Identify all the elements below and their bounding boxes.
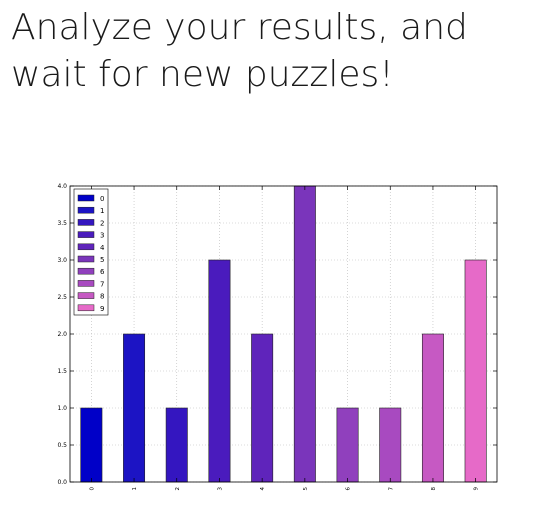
chart-container: 0.0 0.5 1.0 1.5 2.0 2.5 3.0 3.5 4.0 0 1 2 3 4 5 6 7 8 9 0 1 2… [0,0,537,507]
legend-label-5: 5 [100,256,104,264]
bar-9 [464,259,487,483]
legend-label-2: 2 [100,219,104,227]
bar-5 [293,185,316,483]
y-tick-label: 0.5 [57,442,67,449]
y-tick-label: 1.0 [57,405,67,412]
x-tick-label: 2 [175,487,181,491]
bar-chart: 0.0 0.5 1.0 1.5 2.0 2.5 3.0 3.5 4.0 0 1 2 3 4 5 6 7 8 9 0 1 2… [57,183,498,491]
y-tick-label: 1.5 [57,368,67,375]
legend-swatch-1 [77,206,95,214]
bar-2 [165,407,188,483]
x-tick-label: 8 [431,487,437,491]
y-tick-label: 2.5 [57,294,67,301]
legend-label-3: 3 [100,232,104,240]
bar-7 [379,407,402,483]
x-tick-label: 3 [217,487,223,491]
x-tick-label: 6 [346,487,352,491]
legend-label-1: 1 [100,207,104,215]
legend-label-6: 6 [100,268,105,276]
x-tick-label: 5 [303,487,309,491]
y-tick-label: 3.5 [57,220,67,227]
legend-swatch-5 [77,255,95,263]
bar-3 [208,259,231,483]
bar-4 [251,333,274,483]
x-tick-label: 0 [89,487,95,491]
legend-swatch-7 [77,280,95,287]
legend-label-0: 0 [100,195,104,203]
x-tick-label: 1 [132,487,138,491]
bar-0 [80,407,103,483]
y-tick-label: 4.0 [57,183,67,190]
bar-8 [421,333,444,483]
slide: Analyze your results, and wait for new p… [0,0,537,507]
legend-swatch-2 [77,219,95,226]
y-tick-label: 0.0 [57,479,67,486]
legend-label-7: 7 [100,280,104,288]
bar-6 [336,407,359,483]
y-tick-label: 3.0 [57,257,67,264]
legend-swatch-0 [77,194,95,202]
x-tick-label: 7 [388,487,394,491]
legend-swatch-4 [77,243,95,251]
x-tick-label: 4 [260,487,266,491]
x-tick-label: 9 [474,487,480,491]
legend-label-4: 4 [100,244,105,252]
legend-label-9: 9 [100,305,104,313]
legend-swatch-8 [77,292,95,299]
legend-swatch-9 [77,304,95,312]
legend-swatch-3 [77,231,95,238]
legend-swatch-6 [77,267,95,275]
bar-1 [123,333,146,483]
legend-label-8: 8 [100,293,104,301]
y-tick-label: 2.0 [57,331,67,338]
